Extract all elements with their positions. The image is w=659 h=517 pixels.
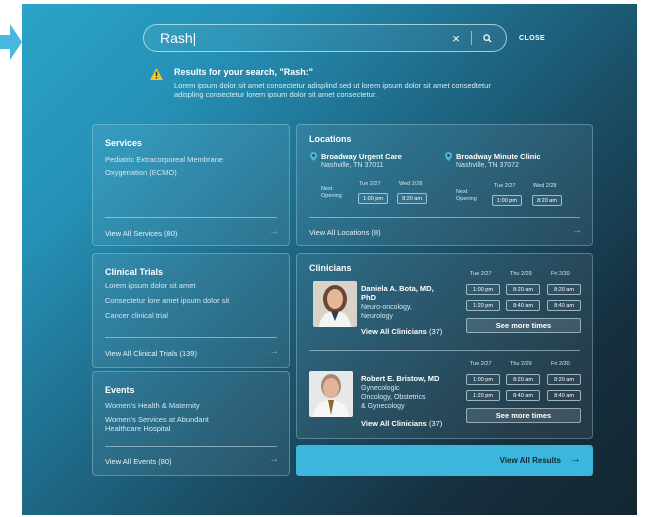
time-slot-button[interactable]: 1:00 pm: [358, 193, 388, 204]
time-slot-button[interactable]: 8:20 am: [506, 284, 540, 295]
time-slot-button[interactable]: 8:20 am: [547, 374, 581, 385]
events-title: Events: [105, 385, 135, 395]
day-label: Tue 2/27: [359, 181, 381, 187]
view-all-results-label: View All Results: [499, 456, 561, 465]
day-label: Thu 2/29: [510, 271, 532, 277]
clinician-specialty: Gynecologic Oncology, Obstetrics & Gynecol…: [361, 385, 426, 410]
clinical-trials-title: Clinical Trials: [105, 267, 164, 277]
clinicians-title: Clinicians: [309, 263, 352, 273]
locations-title: Locations: [309, 134, 352, 144]
time-slot-button[interactable]: 8:40 am: [506, 300, 540, 311]
clear-search-icon[interactable]: ×: [447, 31, 465, 46]
clinician-specialty: Neuro-oncology, Neurology: [361, 304, 412, 320]
time-slot-button[interactable]: 1:00 pm: [466, 284, 500, 295]
see-more-times-button[interactable]: See more times: [466, 318, 581, 333]
location-name[interactable]: Broadway Urgent Care: [321, 152, 402, 161]
time-slot-button[interactable]: 1:00 pm: [466, 374, 500, 385]
clinicians-card: Clinicians Daniela A. Bota, MD, PhD Neuro…: [296, 253, 593, 439]
clinician-photo[interactable]: [313, 281, 357, 327]
view-all-locations-link[interactable]: View All Locations (8): [309, 228, 381, 237]
events-card: Events Women's Health & Maternity Women'…: [92, 371, 290, 476]
view-all-clinical-trials-link[interactable]: View All Clinical Trials (139): [105, 349, 197, 358]
services-card: Services Pediatric Extracorporeal Membra…: [92, 124, 290, 246]
location-address: Nashville, TN 37072: [456, 162, 519, 169]
next-opening-label: Next Opening: [321, 186, 342, 199]
search-input[interactable]: [144, 25, 447, 51]
time-slot-button[interactable]: 8:40 am: [547, 300, 581, 311]
time-slot-button[interactable]: 1:20 pm: [466, 300, 500, 311]
card-divider: [105, 217, 277, 218]
day-label: Fri 2/30: [551, 361, 570, 367]
next-opening-label: Next Opening: [456, 189, 477, 202]
pointer-arrow-icon: [0, 24, 22, 60]
results-description: Lorem ipsum dolor sit amet consectetur a…: [174, 81, 491, 99]
time-slot-button[interactable]: 8:40 am: [506, 390, 540, 401]
services-title: Services: [105, 138, 143, 148]
clinician-photo[interactable]: [309, 371, 353, 417]
location-address: Nashville, TN 37011: [321, 162, 384, 169]
arrow-right-icon: →: [570, 453, 581, 465]
arrow-right-icon[interactable]: →: [269, 346, 279, 357]
event-item[interactable]: Women's Services at Abundant: [105, 415, 277, 424]
card-divider: [105, 446, 277, 447]
map-pin-icon: [445, 152, 452, 161]
day-label: Fri 2/30: [551, 271, 570, 277]
view-all-services-link[interactable]: View All Services (80): [105, 229, 177, 238]
search-divider: [471, 31, 472, 45]
view-all-events-link[interactable]: View All Events (80): [105, 457, 172, 466]
day-label: Tue 2/27: [470, 271, 492, 277]
arrow-right-icon[interactable]: →: [269, 226, 279, 237]
clinical-trial-item[interactable]: Cancer clinical trial: [105, 311, 277, 320]
clinical-trial-item[interactable]: Lorem ipsum dolor sit amet: [105, 281, 277, 290]
clinical-trial-item[interactable]: Consectetur lore amet ipsum dolor sit: [105, 296, 277, 305]
day-label: Tue 2/27: [470, 361, 492, 367]
event-item[interactable]: Healthcare Hospital: [105, 424, 277, 433]
view-all-clinicians-link[interactable]: View All Clinicians (37): [361, 327, 442, 336]
warning-icon: [150, 68, 163, 80]
search-bar: ×: [143, 24, 507, 52]
locations-card: Locations Broadway Urgent Care Nashville…: [296, 124, 593, 246]
search-icon[interactable]: [478, 29, 496, 47]
arrow-right-icon[interactable]: →: [269, 454, 279, 465]
clinician-name[interactable]: Daniela A. Bota, MD, PhD: [361, 284, 434, 302]
event-item[interactable]: Women's Health & Maternity: [105, 401, 277, 410]
search-overlay-panel: × CLOSE Results for your search, "Rash:"…: [22, 4, 637, 515]
card-divider: [105, 337, 277, 338]
arrow-right-icon[interactable]: →: [572, 225, 582, 236]
day-label: Tue 2/27: [494, 183, 516, 189]
time-slot-button[interactable]: 1:00 pm: [492, 195, 522, 206]
time-slot-button[interactable]: 8:40 am: [547, 390, 581, 401]
time-slot-button[interactable]: 1:20 pm: [466, 390, 500, 401]
results-title: Results for your search, "Rash:": [174, 67, 314, 77]
card-divider: [309, 350, 580, 351]
time-slot-button[interactable]: 8:20 am: [532, 195, 562, 206]
view-all-clinicians-link[interactable]: View All Clinicians (37): [361, 419, 442, 428]
service-item[interactable]: Oxygenation (ECMO): [105, 168, 277, 177]
location-name[interactable]: Broadway Minute Clinic: [456, 152, 541, 161]
day-label: Thu 2/29: [510, 361, 532, 367]
clinician-name[interactable]: Robert E. Bristow, MD: [361, 374, 439, 383]
service-item[interactable]: Pediatric Extracorporeal Membrane: [105, 155, 277, 164]
time-slot-button[interactable]: 8:20 am: [547, 284, 581, 295]
view-all-results-button[interactable]: View All Results →: [296, 445, 593, 476]
see-more-times-button[interactable]: See more times: [466, 408, 581, 423]
map-pin-icon: [310, 152, 317, 161]
card-divider: [309, 217, 580, 218]
day-label: Wed 2/28: [399, 181, 423, 187]
close-button[interactable]: CLOSE: [519, 35, 545, 42]
time-slot-button[interactable]: 8:20 am: [506, 374, 540, 385]
clinical-trials-card: Clinical Trials Lorem ipsum dolor sit am…: [92, 253, 290, 368]
time-slot-button[interactable]: 8:20 am: [397, 193, 427, 204]
day-label: Wed 2/28: [533, 183, 557, 189]
